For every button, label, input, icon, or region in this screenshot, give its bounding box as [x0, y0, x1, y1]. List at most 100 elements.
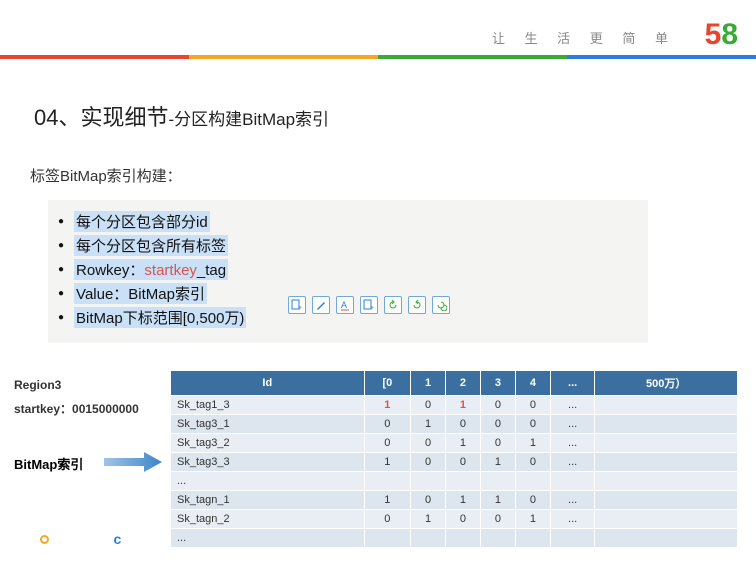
cell: 0 — [411, 396, 446, 415]
row-id: Sk_tag1_3 — [171, 396, 365, 415]
bullet-2-text: 每个分区包含所有标签 — [74, 235, 228, 256]
table-row: Sk_tag3_101000... — [171, 415, 738, 434]
cell — [446, 472, 481, 491]
table-row: ... — [171, 472, 738, 491]
edit-toolbar: + A + — [288, 296, 450, 314]
cell — [595, 434, 738, 453]
region-labels: Region3 startkey：0015000000 — [14, 378, 139, 425]
cell — [364, 529, 410, 548]
cell — [550, 529, 595, 548]
cell — [595, 529, 738, 548]
bullet-3-pre: Rowkey： — [76, 262, 144, 279]
cell: 0 — [446, 453, 481, 472]
copy-page-icon[interactable]: + — [360, 296, 378, 314]
cell: 0 — [364, 510, 410, 529]
cell: ... — [550, 415, 595, 434]
table-header: 3 — [480, 371, 515, 396]
refresh-left-icon[interactable] — [384, 296, 402, 314]
table-header: [0 — [364, 371, 410, 396]
logo-five: 5 — [705, 18, 722, 51]
cell: 0 — [446, 415, 481, 434]
bitmap-table: Id[01234...500万） Sk_tag1_310100...Sk_tag… — [170, 370, 738, 548]
text-a-icon[interactable]: A — [336, 296, 354, 314]
table-row: ... — [171, 529, 738, 548]
startkey-label: startkey：0015000000 — [14, 400, 139, 417]
bullet-2: 每个分区包含所有标签 — [58, 235, 638, 256]
bullet-5-text: BitMap下标范围[0,500万) — [74, 307, 246, 328]
row-id: Sk_tagn_1 — [171, 491, 365, 510]
cell: 0 — [480, 396, 515, 415]
cell: 1 — [480, 491, 515, 510]
row-id: ... — [171, 472, 365, 491]
cell: 0 — [411, 434, 446, 453]
region-name: Region3 — [14, 378, 139, 392]
cell: 1 — [446, 434, 481, 453]
cell: 1 — [411, 510, 446, 529]
row-id: Sk_tag3_1 — [171, 415, 365, 434]
cell — [515, 472, 550, 491]
table-row: Sk_tag1_310100... — [171, 396, 738, 415]
cell: 0 — [411, 491, 446, 510]
cell — [595, 491, 738, 510]
cell: ... — [550, 510, 595, 529]
slide-title: 04、实现细节-分区构建BitMap索引 — [34, 100, 329, 132]
cell: 0 — [480, 415, 515, 434]
cell: 1 — [480, 453, 515, 472]
cell — [595, 453, 738, 472]
table-row: Sk_tagn_201001... — [171, 510, 738, 529]
cell: 0 — [515, 415, 550, 434]
logo-eight: 8 — [721, 18, 738, 51]
cell: 1 — [411, 415, 446, 434]
bullet-3-text: Rowkey：startkey_tag — [74, 259, 228, 280]
cell: 0 — [364, 415, 410, 434]
refresh-all-icon[interactable] — [432, 296, 450, 314]
row-id: Sk_tag3_3 — [171, 453, 365, 472]
footer-decoration: c — [40, 531, 121, 549]
cell — [515, 529, 550, 548]
table-header: ... — [550, 371, 595, 396]
row-id: ... — [171, 529, 365, 548]
cell: 1 — [364, 491, 410, 510]
cell: ... — [550, 491, 595, 510]
cell: 0 — [515, 453, 550, 472]
cell: 1 — [364, 396, 410, 415]
cell: ... — [550, 453, 595, 472]
cell: 1 — [515, 434, 550, 453]
table-row: Sk_tag3_200101... — [171, 434, 738, 453]
arrow-icon — [104, 450, 164, 479]
bullet-3: Rowkey：startkey_tag — [58, 259, 638, 280]
svg-text:+: + — [370, 305, 374, 311]
svg-text:A: A — [341, 300, 347, 310]
cell — [480, 529, 515, 548]
cell — [364, 472, 410, 491]
cell: 1 — [364, 453, 410, 472]
cell — [595, 396, 738, 415]
cell: ... — [550, 396, 595, 415]
letter-c-icon: c — [113, 531, 121, 547]
add-page-icon[interactable]: + — [288, 296, 306, 314]
table-header: 4 — [515, 371, 550, 396]
pencil-icon[interactable] — [312, 296, 330, 314]
refresh-right-icon[interactable] — [408, 296, 426, 314]
bullet-1-text: 每个分区包含部分id — [74, 211, 210, 232]
bullet-1: 每个分区包含部分id — [58, 211, 638, 232]
cell: 0 — [480, 434, 515, 453]
table-row: Sk_tagn_110110... — [171, 491, 738, 510]
cell — [595, 472, 738, 491]
cell — [480, 472, 515, 491]
table-header: 1 — [411, 371, 446, 396]
cell: 1 — [446, 491, 481, 510]
title-prefix: 04、实现细节 — [34, 105, 168, 130]
cell — [550, 472, 595, 491]
cell: 0 — [411, 453, 446, 472]
cell: 0 — [480, 510, 515, 529]
table-header: Id — [171, 371, 365, 396]
circle-icon — [40, 535, 49, 544]
cell: 0 — [446, 510, 481, 529]
bitmap-label: BitMap索引 — [14, 454, 83, 473]
bullet-box: 每个分区包含部分id 每个分区包含所有标签 Rowkey：startkey_ta… — [48, 200, 648, 343]
table-row: Sk_tag3_310010... — [171, 453, 738, 472]
bullet-3-sk: startkey — [144, 262, 197, 279]
bullet-4-text: Value：BitMap索引 — [74, 283, 207, 304]
cell: 0 — [364, 434, 410, 453]
